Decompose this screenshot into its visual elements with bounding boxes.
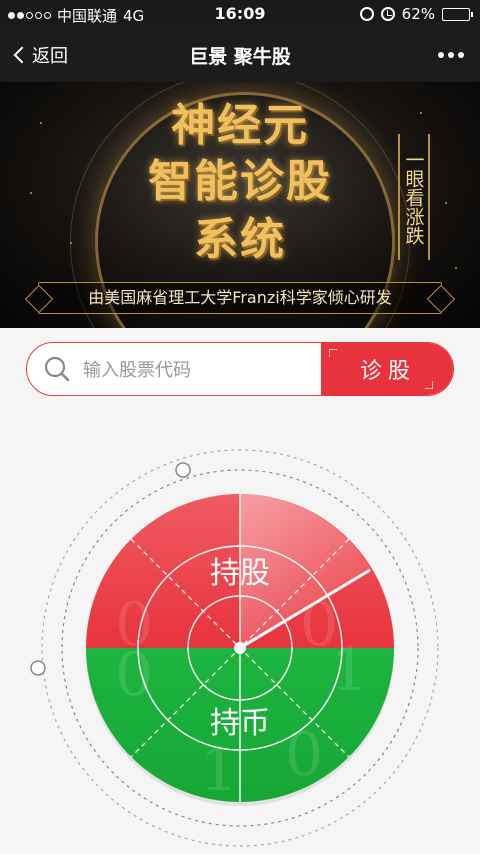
rotation-lock-icon: [359, 7, 374, 21]
sparkle-decoration: [455, 267, 457, 269]
more-dot-icon: [458, 52, 464, 58]
more-dot-icon: [438, 52, 444, 58]
svg-text:0: 0: [115, 640, 153, 710]
orbit-node-icon: [175, 462, 191, 478]
page-title: 巨景 聚牛股: [189, 46, 291, 68]
svg-text:1: 1: [200, 735, 238, 805]
more-options-button[interactable]: [438, 52, 464, 58]
diagnose-button-label: 诊股: [359, 359, 416, 384]
dial-graphic: 0 0 1 0 0 1: [30, 449, 439, 847]
status-bar: 中国联通 4G 16:09 62%: [0, 0, 480, 28]
nav-bar: 返回 巨景 聚牛股: [0, 28, 480, 82]
diagnose-button[interactable]: 诊股: [321, 343, 453, 395]
search-icon: [44, 356, 70, 382]
orbit-node-icon: [30, 660, 46, 676]
svg-text:1: 1: [330, 635, 368, 705]
signal-dial[interactable]: 0 0 1 0 0 1 持股 持币: [0, 430, 480, 854]
banner-side-slogan: 一眼看涨跌: [398, 134, 430, 260]
hold-cash-label: 持币: [210, 706, 270, 741]
stock-search-bar: 诊股: [26, 342, 454, 396]
alarm-icon: [380, 7, 395, 21]
dial-center-icon: [234, 642, 246, 654]
more-dot-icon: [448, 52, 454, 58]
battery-percent: 62%: [401, 5, 435, 23]
banner-subtitle: 由美国麻省理工大学Franzi科学家倾心研发: [38, 282, 442, 314]
promo-banner[interactable]: 神经元 智能诊股 系统 一眼看涨跌 由美国麻省理工大学Franzi科学家倾心研发: [0, 82, 480, 328]
battery-icon: [442, 7, 473, 21]
corner-decoration: [425, 381, 433, 389]
hold-stock-label: 持股: [210, 556, 270, 591]
stock-code-input[interactable]: [83, 351, 319, 389]
corner-decoration: [329, 349, 337, 357]
